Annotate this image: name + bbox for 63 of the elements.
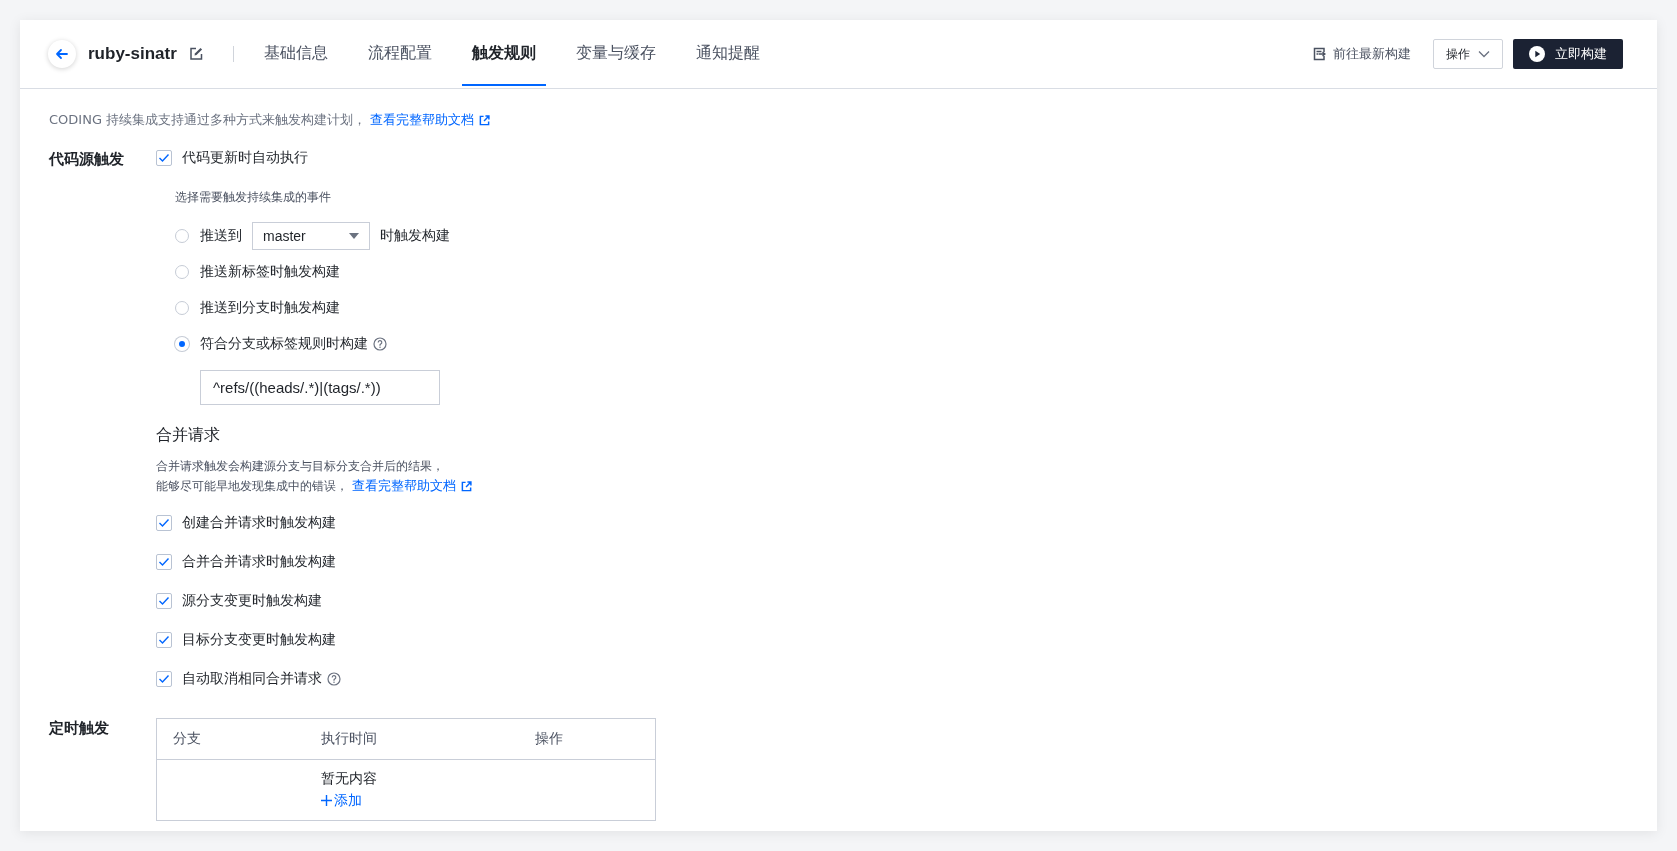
back-button[interactable] (48, 40, 76, 68)
add-link[interactable]: 添加 (321, 790, 377, 810)
checkmark-icon (158, 596, 170, 606)
empty-text: 暂无内容 (321, 769, 377, 788)
help-doc-link[interactable]: 查看完整帮助文档 (370, 111, 491, 129)
latest-build-link[interactable]: 前往最新构建 (1313, 45, 1411, 63)
radio-label: 推送到分支时触发构建 (200, 299, 340, 317)
column-header: 分支 (172, 730, 202, 748)
build-now-button[interactable]: 立即构建 (1513, 39, 1623, 69)
project-name: ruby-sinatr (88, 44, 177, 64)
radio-button[interactable] (175, 229, 189, 243)
radio-label: 推送新标签时触发构建 (200, 263, 340, 281)
radio-button[interactable] (175, 265, 189, 279)
checkbox-label: 代码更新时自动执行 (182, 149, 308, 167)
help-icon[interactable] (327, 672, 341, 686)
edit-icon[interactable] (188, 47, 203, 61)
rule-input[interactable]: ^refs/((heads/.*)|(tags/.*)) (200, 370, 440, 405)
checkbox-label: 创建合并请求时触发构建 (182, 514, 336, 532)
checkmark-icon (158, 557, 170, 567)
nav-tab[interactable]: 变量与缓存 (575, 22, 656, 86)
section-label: 定时触发 (49, 718, 110, 739)
nav-tab[interactable]: 触发规则 (461, 22, 546, 86)
checkmark-icon (158, 635, 170, 645)
merge-request-title: 合并请求 (156, 425, 221, 446)
description-text: 合并请求触发会构建源分支与目标分支合并后的结果， (156, 458, 444, 475)
caret-down-icon (349, 233, 359, 239)
description-text: 能够尽可能早地发现集成中的错误， (156, 478, 348, 495)
checkbox-label: 源分支变更时触发构建 (182, 592, 322, 610)
back-arrow-icon (55, 47, 69, 61)
nav-tab[interactable]: 通知提醒 (695, 22, 760, 86)
chevron-down-icon (1478, 50, 1490, 58)
checkmark-icon (158, 153, 170, 163)
checkmark-icon (158, 518, 170, 528)
checkbox[interactable] (156, 671, 172, 687)
external-link-icon (479, 114, 491, 126)
play-icon (1529, 46, 1545, 62)
branch-select[interactable]: master (252, 222, 370, 250)
column-header: 执行时间 (321, 730, 378, 748)
document-arrow-icon (1313, 47, 1326, 61)
radio-label: 时触发构建 (380, 227, 450, 245)
radio-label: 符合分支或标签规则时构建 (200, 335, 368, 353)
checkbox[interactable] (156, 515, 172, 531)
help-icon[interactable] (373, 337, 387, 351)
radio-label: 推送到 (200, 227, 242, 245)
checkmark-icon (158, 674, 170, 684)
checkbox[interactable] (156, 150, 172, 166)
nav-tab[interactable]: 基础信息 (263, 22, 328, 86)
checkbox-label: 自动取消相同合并请求 (182, 670, 322, 688)
external-link-icon (461, 480, 472, 492)
plus-icon (321, 794, 332, 806)
checkbox-label: 目标分支变更时触发构建 (182, 631, 336, 649)
help-doc-link[interactable]: 查看完整帮助文档 (352, 476, 472, 496)
radio-button[interactable] (175, 301, 189, 315)
intro-text: CODING 持续集成支持通过多种方式来触发构建计划， (49, 111, 367, 129)
nav-tab[interactable]: 流程配置 (367, 22, 432, 86)
checkbox[interactable] (156, 554, 172, 570)
checkbox[interactable] (156, 593, 172, 609)
actions-dropdown[interactable]: 操作 (1433, 39, 1503, 69)
events-hint: 选择需要触发持续集成的事件 (175, 189, 332, 206)
checkbox[interactable] (156, 632, 172, 648)
checkbox-label: 合并合并请求时触发构建 (182, 553, 336, 571)
section-label: 代码源触发 (49, 149, 125, 170)
column-header: 操作 (535, 730, 563, 748)
